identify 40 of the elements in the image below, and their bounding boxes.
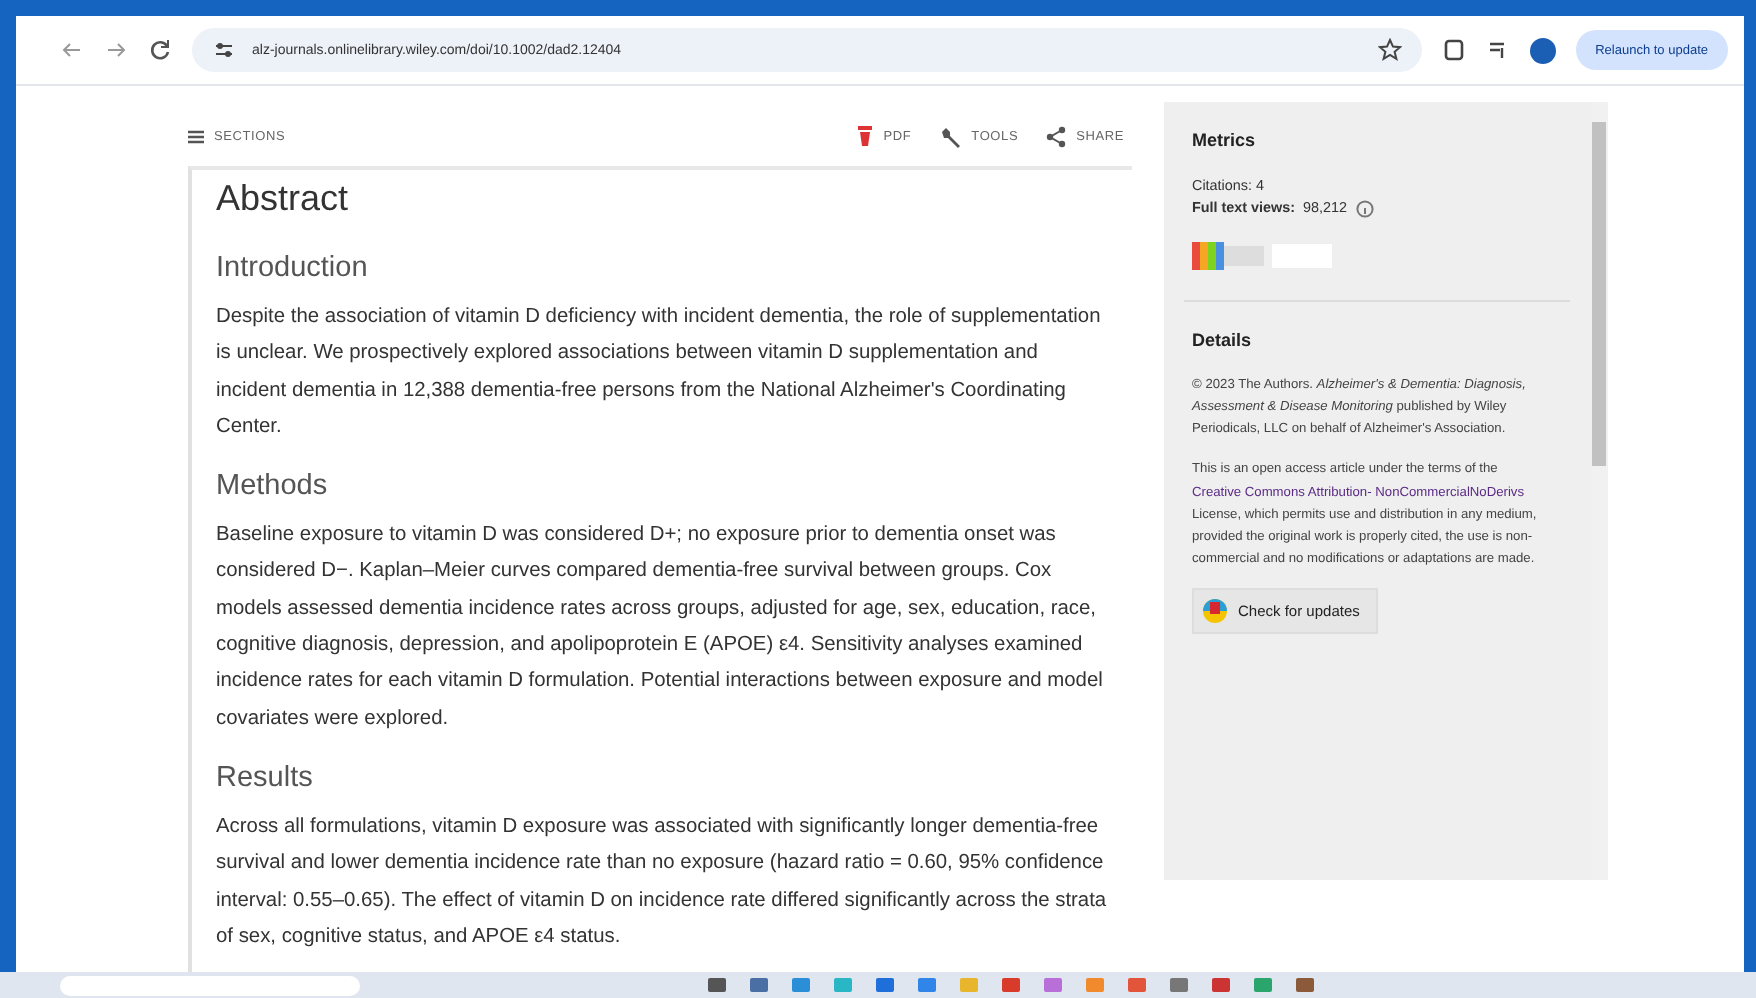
taskbar-app-icon[interactable] [960, 978, 978, 992]
profile-avatar[interactable] [1529, 37, 1556, 63]
section-heading: Results [216, 761, 315, 794]
section-paragraph: Despite the association of vitamin D deficiency with incident dementia, the role of supplementation is unclear. We prospectively explored associations between vitamin D supplementation and incident dementia in 12,388 dementia-free persons from the National Alzheimer's Coordinating Center. [216, 304, 1103, 442]
crossmark-icon [1202, 598, 1228, 625]
taskbar-app-icon[interactable] [1212, 978, 1230, 992]
taskbar-app-icon[interactable] [918, 978, 936, 992]
share-icon [1046, 125, 1067, 147]
abstract-title: Abstract [216, 178, 351, 220]
taskbar-app-icon[interactable] [1086, 978, 1104, 992]
taskbar-app-icon[interactable] [1044, 978, 1062, 992]
taskbar-app-icon[interactable] [1254, 978, 1272, 992]
details-title: Details [1192, 329, 1254, 350]
metrics-title: Metrics [1192, 130, 1258, 150]
section-heading: Introduction [216, 252, 370, 284]
taskbar-app-icon[interactable] [750, 978, 768, 992]
taskbar-app-icon[interactable] [1296, 978, 1314, 992]
menu-icon [188, 129, 204, 143]
taskbar-app-icon[interactable] [834, 978, 852, 992]
forward-icon[interactable] [104, 38, 128, 62]
site-settings-icon[interactable] [212, 38, 236, 62]
media-icon[interactable] [1485, 38, 1510, 62]
section-paragraph: Baseline exposure to vitamin D was considered D+; no exposure prior to dementia onset was considered D−. Kaplan–Meier curves compared dementia-free survival between groups. Cox models assessed dementia incidence rates across groups, adjusted for age, sex, education, race, cognitive diagnosis, depression, and apolipoprotein E (APOE) ε4. Sensitivity analyses examined incidence rates for each vitamin D formulation. Potential interactions between exposure and model covariates were explored. [216, 522, 1105, 734]
taskbar-app-icon[interactable] [708, 978, 726, 992]
taskbar-app-icon[interactable] [1002, 978, 1020, 992]
extension-icon[interactable] [1441, 38, 1466, 62]
wrench-icon [939, 125, 962, 147]
taskbar-app-icon[interactable] [1170, 978, 1188, 992]
section-paragraph: Across all formulations, vitamin D exposure was associated with significantly longer dementia-free survival and lower dementia incidence rate than no exposure (hazard ratio = 0.60, 95% confidence interval: 0.55–0.65). The effect of vitamin D on incidence rate differed significantly across the strata of sex, cognitive status, and APOE ε4 status. [216, 813, 1109, 952]
reload-icon[interactable] [148, 38, 172, 62]
back-icon[interactable] [60, 38, 84, 62]
pdf-icon [855, 125, 874, 147]
taskbar-app-icon[interactable] [876, 978, 894, 992]
altmetric-badge-drawing[interactable] [1192, 239, 1336, 272]
section-heading: Methods [216, 470, 330, 503]
taskbar-app-icon[interactable] [792, 978, 810, 992]
star-icon[interactable] [1377, 38, 1402, 62]
info-icon[interactable] [1355, 199, 1374, 218]
taskbar-app-icon[interactable] [1128, 978, 1146, 992]
scrollbar-thumb[interactable] [1592, 122, 1606, 466]
